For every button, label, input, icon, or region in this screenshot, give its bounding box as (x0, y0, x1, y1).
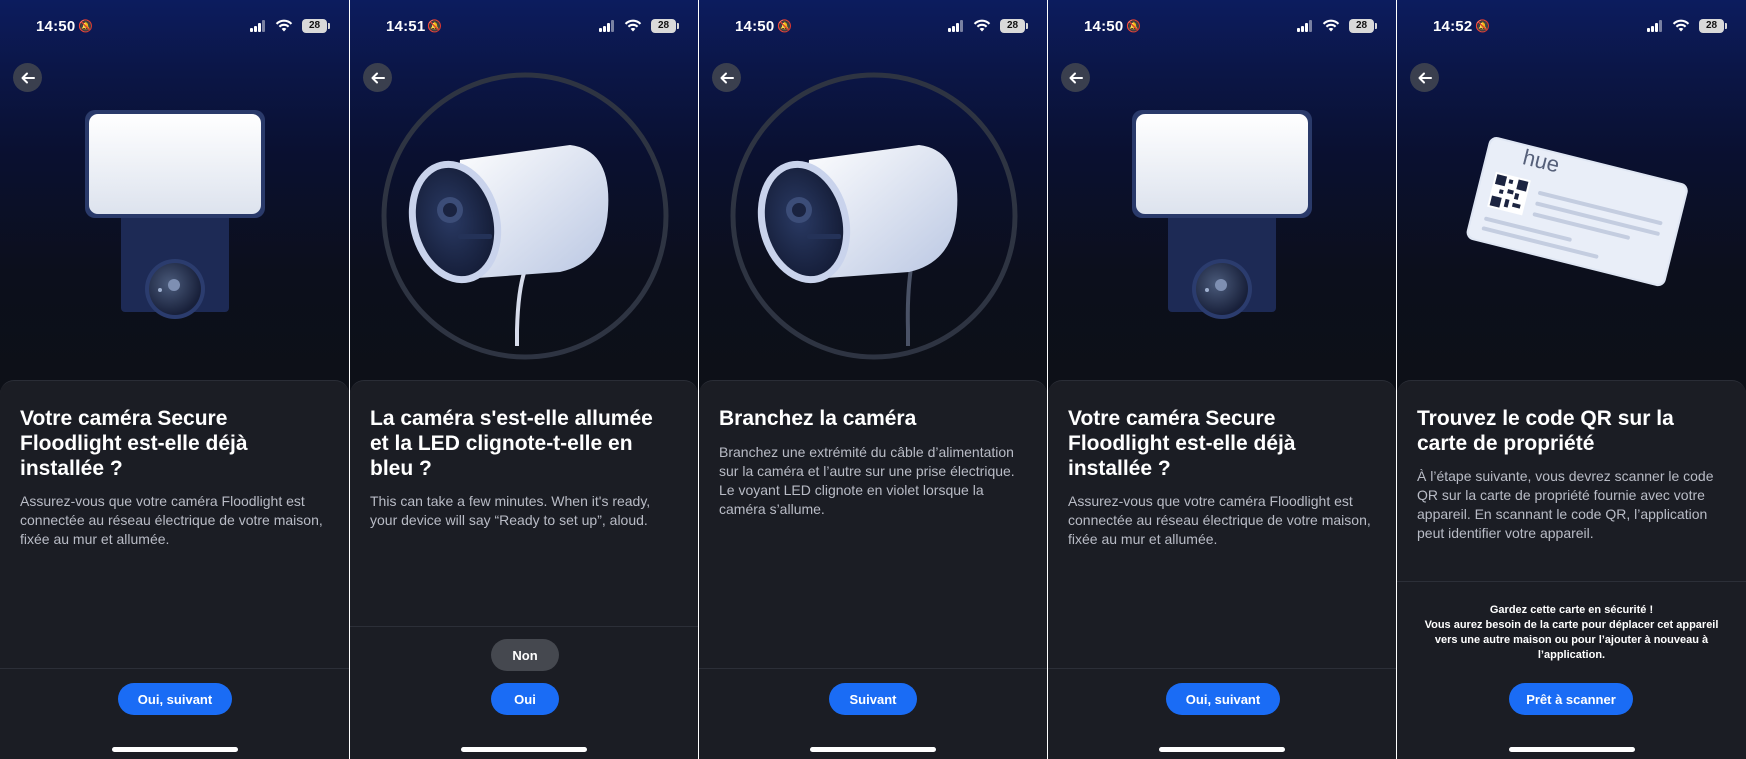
ready-to-scan-button[interactable]: Prêt à scanner (1509, 683, 1633, 715)
screen-led-blue-check: 14:51 🔕 28 La caméra s'est-elle allumée … (350, 0, 698, 759)
instructions-text: Assurez-vous que votre caméra Floodlight… (1068, 493, 1371, 547)
screen-floodlight-installed-2: 14:50 🔕 28 Votre caméra Secure Floodligh… (1048, 0, 1396, 759)
instructions-text: This can take a few minutes. When it's r… (370, 493, 651, 528)
notice-title: Gardez cette carte en sécurité ! (1489, 604, 1654, 616)
notice-body: Vous aurez besoin de la carte pour dépla… (1424, 619, 1719, 661)
page-title: Branchez la caméra (719, 407, 917, 430)
yes-button[interactable]: Oui (491, 683, 559, 715)
footer-divider (0, 668, 349, 669)
notice-divider (1397, 581, 1746, 582)
wired-camera-illustration (381, 72, 669, 360)
ownership-card-illustration: hue (1466, 137, 1688, 287)
page-title: Votre caméra Secure Floodlight est-elle … (1068, 407, 1296, 480)
home-indicator (461, 747, 587, 752)
camera-power-illustration (730, 72, 1018, 360)
instructions-text: Branchez une extrémité du câble d’alimen… (719, 444, 1015, 517)
screenshot-strip: 14:50 🔕 28 Votre caméra Secure Floodligh… (0, 0, 1746, 759)
keep-card-safe-notice: Gardez cette carte en sécurité ! Vous au… (1421, 603, 1722, 663)
yes-next-button[interactable]: Oui, suivant (1166, 683, 1280, 715)
footer-divider (699, 668, 1047, 669)
floodlight-camera-illustration (1132, 110, 1312, 319)
yes-next-button[interactable]: Oui, suivant (118, 683, 232, 715)
home-indicator (111, 747, 238, 752)
page-title: Votre caméra Secure Floodlight est-elle … (20, 407, 248, 480)
screen-find-qr-code: 14:52 🔕 28 hue Trouvez le code QR sur la… (1397, 0, 1746, 759)
home-indicator (1159, 747, 1285, 752)
home-indicator (1508, 747, 1635, 752)
footer-divider (350, 626, 698, 627)
screen-plug-in-camera: 14:50 🔕 28 Branchez la caméra Branchez u (699, 0, 1047, 759)
instructions-text: Assurez-vous que votre caméra Floodlight… (20, 493, 323, 547)
floodlight-camera-illustration (85, 110, 265, 319)
footer-divider (1048, 668, 1396, 669)
instructions-text: À l’étape suivante, vous devrez scanner … (1417, 468, 1714, 541)
home-indicator (810, 747, 936, 752)
no-button[interactable]: Non (491, 639, 559, 671)
page-title: Trouvez le code QR sur la carte de propr… (1417, 407, 1674, 455)
next-button[interactable]: Suivant (829, 683, 917, 715)
screen-floodlight-installed-1: 14:50 🔕 28 Votre caméra Secure Floodligh… (0, 0, 349, 759)
page-title: La caméra s'est-elle allumée et la LED c… (370, 407, 653, 480)
